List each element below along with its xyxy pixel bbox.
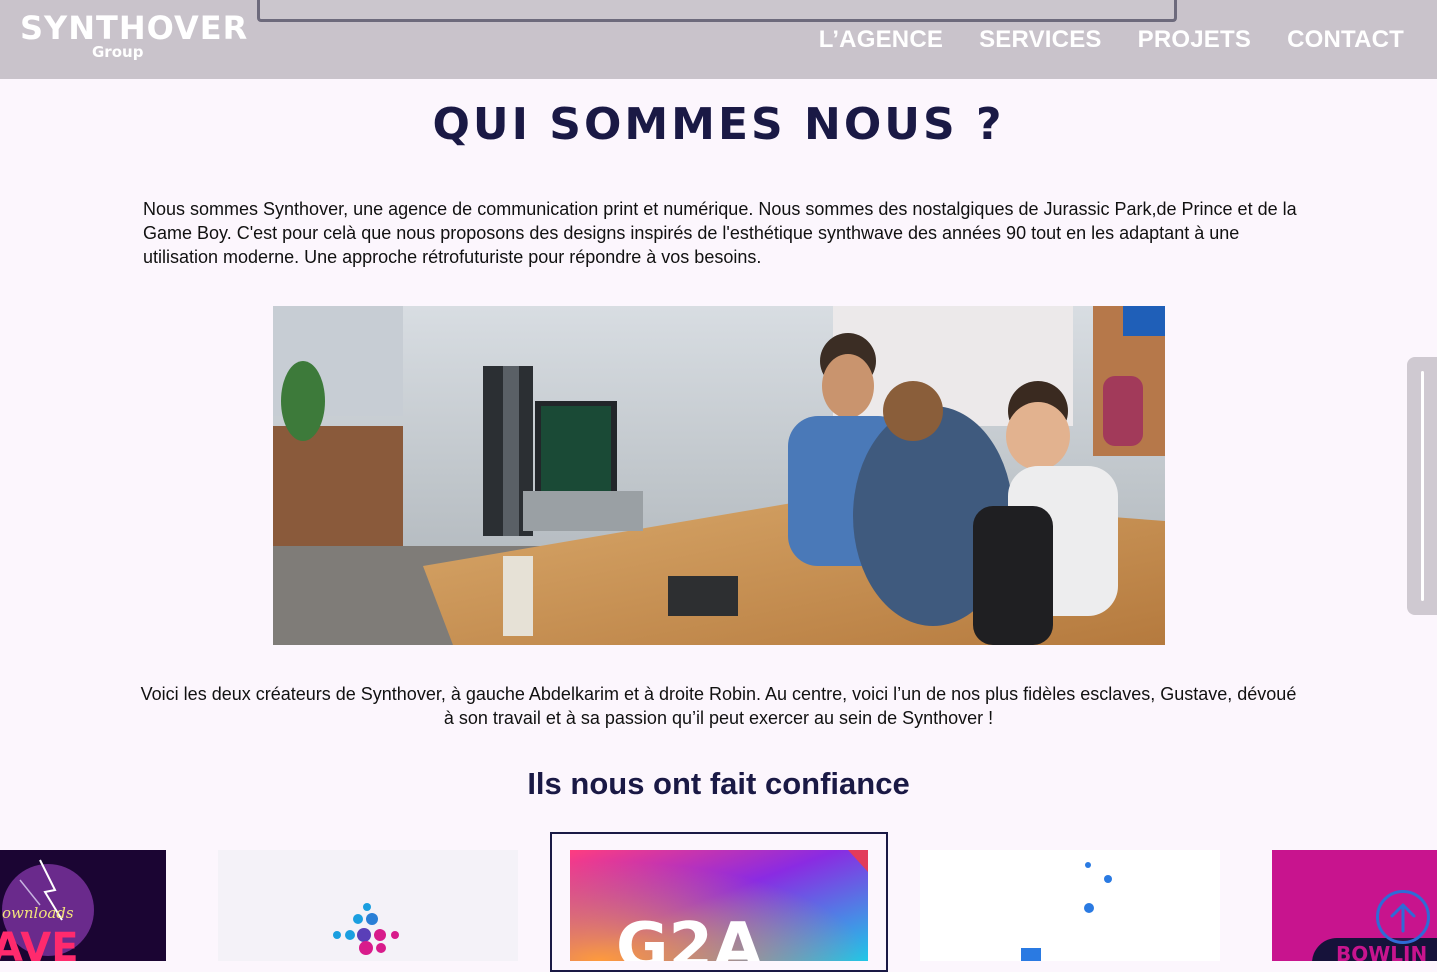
back-to-top-button[interactable] [1376, 890, 1430, 944]
clients-heading: Ils nous ont fait confiance [527, 766, 910, 801]
client-logo-card[interactable] [920, 850, 1220, 961]
side-scrollbar[interactable] [1407, 357, 1437, 615]
client-logo-card[interactable] [218, 850, 518, 961]
logo-name: SYNTHOVER [20, 9, 249, 47]
dots-logo-icon [920, 850, 1220, 961]
client-1-script: ownloads [2, 904, 74, 922]
nav-projets[interactable]: PROJETS [1138, 24, 1251, 56]
logo-sub: Group [92, 43, 144, 61]
dots-logo-icon [218, 850, 518, 961]
client-logo-card-active[interactable]: G2A [570, 850, 868, 961]
nav-agence[interactable]: L’AGENCE [819, 24, 943, 56]
team-photo-illustration [273, 306, 1165, 645]
intro-paragraph: Nous sommes Synthover, une agence de com… [143, 199, 1297, 267]
client-1-wordmark: AVE [0, 925, 79, 961]
synthwave-logo: ownloads AVE [0, 850, 166, 961]
synthover-logo[interactable]: SYNTHOVER Group [20, 8, 247, 66]
main-nav: L’AGENCE SERVICES PROJETS CONTACT [819, 24, 1404, 56]
client-5-wordmark: BOWLIN [1336, 942, 1427, 961]
team-photo [273, 306, 1165, 645]
photo-caption: Voici les deux créateurs de Synthover, à… [140, 684, 1297, 728]
site-header: SYNTHOVER Group L’AGENCE SERVICES PROJET… [0, 0, 1437, 79]
arrow-up-icon [1390, 903, 1416, 933]
page-title: QUI SOMMES NOUS ? [432, 99, 1005, 150]
side-scrollbar-thumb[interactable] [1421, 371, 1424, 601]
client-3-wordmark: G2A [616, 910, 763, 961]
client-logo-card[interactable]: ownloads AVE [0, 850, 166, 961]
nav-contact[interactable]: CONTACT [1287, 24, 1404, 56]
g2a-logo: G2A [570, 850, 868, 961]
top-frame-decoration [257, 0, 1177, 22]
nav-services[interactable]: SERVICES [979, 24, 1102, 56]
